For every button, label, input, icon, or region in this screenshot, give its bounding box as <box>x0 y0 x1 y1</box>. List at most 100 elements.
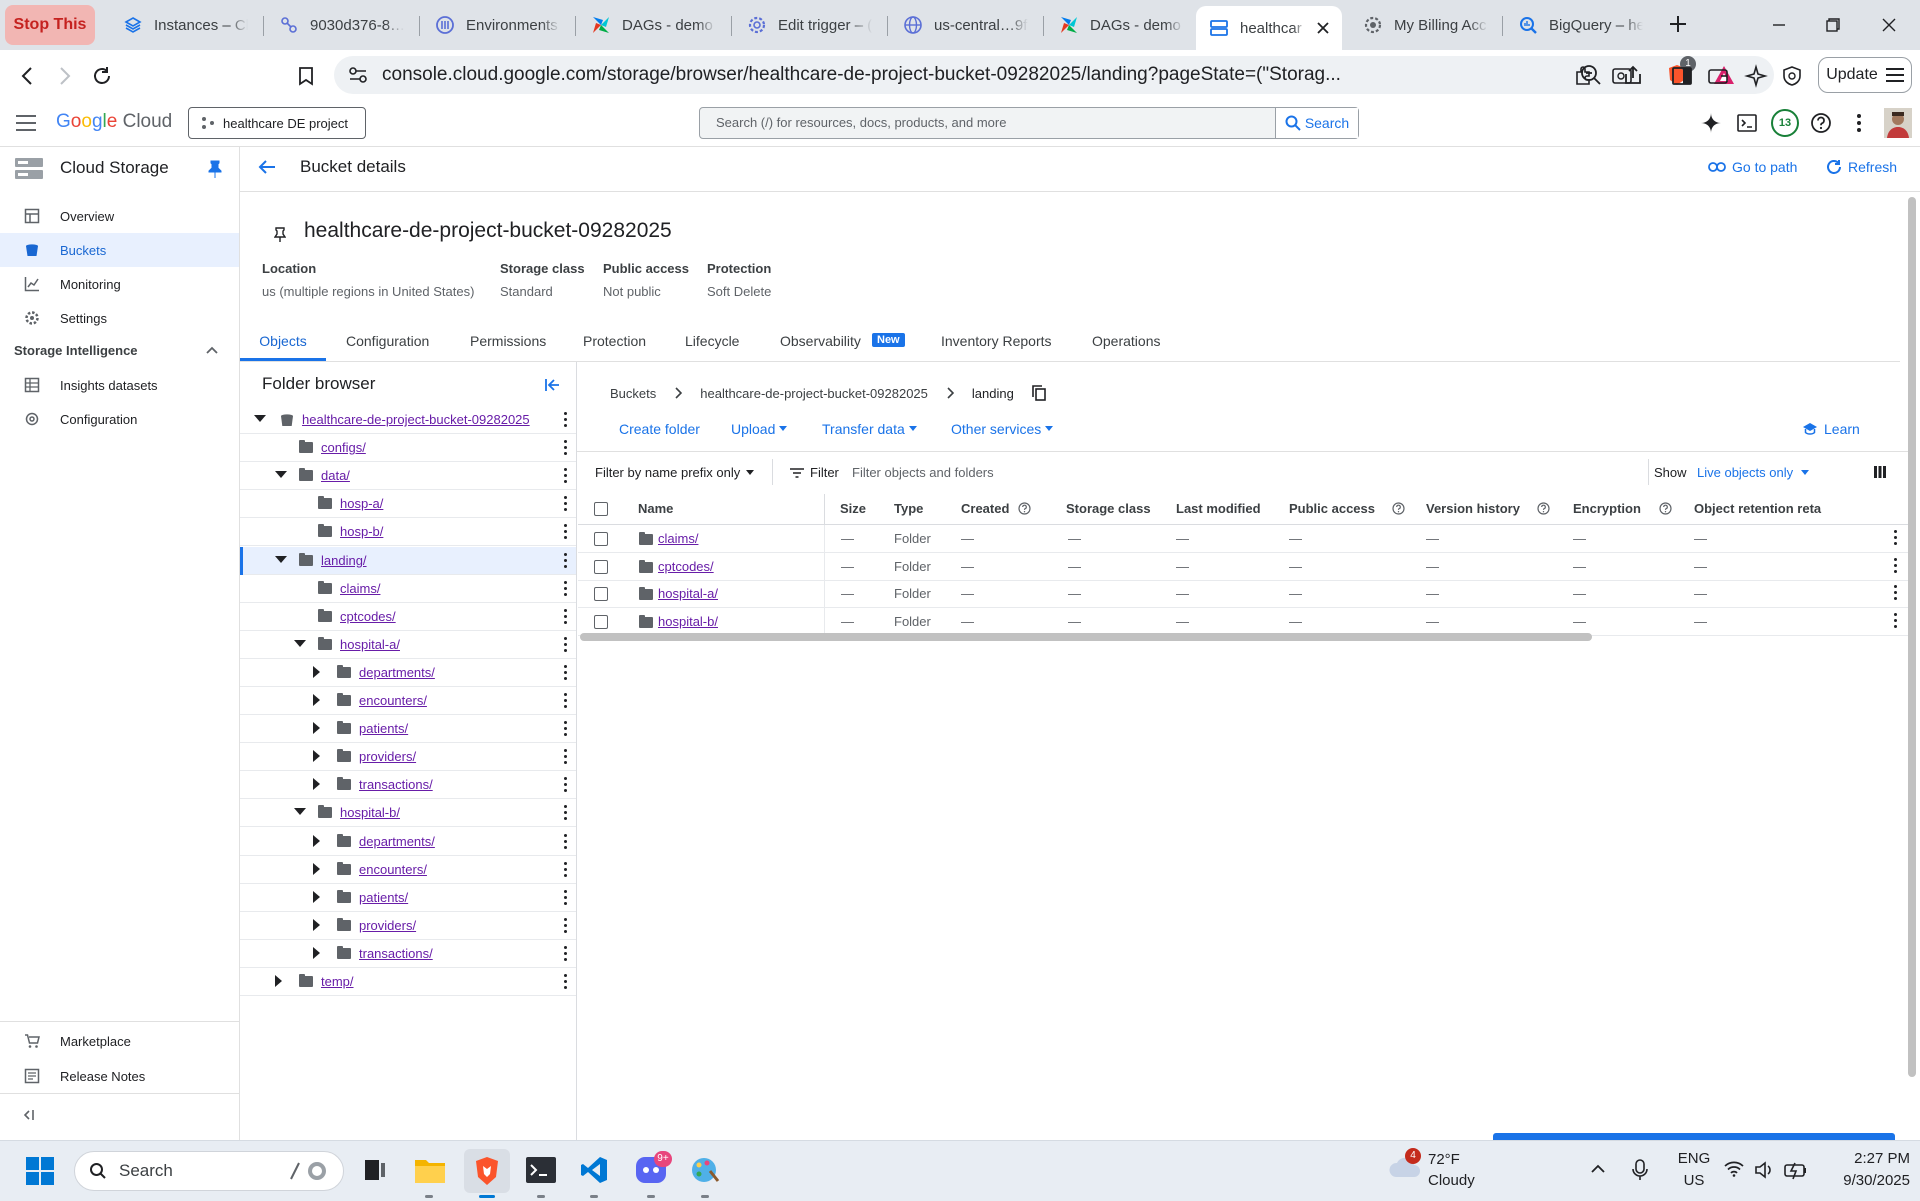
windows-start-icon[interactable] <box>26 1157 54 1185</box>
help-icon[interactable] <box>1810 112 1832 134</box>
folder-tree-row[interactable]: data/ <box>240 462 576 491</box>
tab-protection[interactable]: Protection <box>583 322 646 361</box>
collapse-panel-icon[interactable] <box>544 378 560 392</box>
table-row[interactable]: claims/ — Folder — — — — — — — <box>578 525 1908 553</box>
chevron-up-icon[interactable] <box>205 345 219 355</box>
browser-tab[interactable]: us-central…9f <box>890 8 1040 42</box>
tab-observability[interactable]: Observability <box>780 322 861 361</box>
help-icon[interactable] <box>1018 502 1031 515</box>
folder-tree-label[interactable]: data/ <box>321 462 350 489</box>
nav-item-marketplace[interactable]: Marketplace <box>0 1024 239 1058</box>
expand-caret-right-icon[interactable] <box>313 722 321 735</box>
folder-tree-row[interactable]: temp/ <box>240 968 576 996</box>
folder-tree-row[interactable]: transactions/ <box>240 940 576 968</box>
back-arrow-icon[interactable] <box>258 159 276 175</box>
folder-tree-row[interactable]: transactions/ <box>240 771 576 800</box>
pin-icon[interactable] <box>208 160 222 178</box>
more-actions-icon[interactable] <box>564 440 568 456</box>
tab-lifecycle[interactable]: Lifecycle <box>685 322 739 361</box>
gemini-icon[interactable] <box>1700 112 1722 134</box>
expand-caret-down-icon[interactable] <box>254 415 266 423</box>
nav-item-monitoring[interactable]: Monitoring <box>0 267 239 301</box>
nav-item-settings[interactable]: Settings <box>0 301 239 335</box>
col-version-history[interactable]: Version history <box>1426 494 1520 524</box>
expand-caret-right-icon[interactable] <box>313 694 321 706</box>
browser-tab[interactable]: DAGs - demo <box>578 8 728 42</box>
browser-tab[interactable]: Instances – Cl <box>110 8 260 42</box>
folder-tree-row[interactable]: hosp-b/ <box>240 518 576 547</box>
microphone-icon[interactable] <box>1632 1159 1648 1181</box>
nav-section-storage-intelligence[interactable]: Storage Intelligence <box>14 343 138 358</box>
more-actions-icon[interactable] <box>564 917 568 934</box>
col-type[interactable]: Type <box>894 494 923 524</box>
col-last-modified[interactable]: Last modified <box>1176 494 1261 524</box>
minimize-icon[interactable] <box>1766 12 1792 38</box>
expand-caret-down-icon[interactable] <box>275 555 287 564</box>
bookmark-icon[interactable] <box>292 62 320 90</box>
column-display-icon[interactable] <box>1874 466 1886 478</box>
tab-inventory-reports[interactable]: Inventory Reports <box>941 322 1052 361</box>
table-row[interactable]: cptcodes/ — Folder — — — — — — — <box>578 552 1908 581</box>
tab-configuration[interactable]: Configuration <box>346 322 429 361</box>
more-actions-icon[interactable] <box>564 524 568 540</box>
column-resizer[interactable] <box>824 494 825 524</box>
folder-tree-row[interactable]: departments/ <box>240 828 576 856</box>
folder-tree-row[interactable]: cptcodes/ <box>240 603 576 631</box>
expand-caret-down-icon[interactable] <box>294 639 306 648</box>
hamburger-menu-icon[interactable] <box>14 112 38 134</box>
stop-this-button[interactable]: Stop This <box>5 5 95 45</box>
site-settings-icon[interactable] <box>348 66 368 84</box>
tab-operations[interactable]: Operations <box>1092 322 1160 361</box>
url-text[interactable]: console.cloud.google.com/storage/browser… <box>382 56 1562 94</box>
folder-tree-row[interactable]: hospital-a/ <box>240 631 576 659</box>
brave-taskbar-active[interactable] <box>464 1149 510 1193</box>
show-dropdown[interactable]: Live objects only <box>1697 465 1810 480</box>
nav-item-overview[interactable]: Overview <box>0 199 239 233</box>
browser-tab-active[interactable]: healthcar <box>1196 6 1342 50</box>
gcp-search-bar[interactable]: Search (/) for resources, docs, products… <box>699 107 1359 139</box>
folder-tree-label[interactable]: providers/ <box>359 743 416 770</box>
row-actions-icon[interactable] <box>1894 612 1898 629</box>
folder-tree-label[interactable]: hospital-a/ <box>340 631 400 658</box>
copy-path-icon[interactable] <box>1032 385 1046 401</box>
folder-tree-row[interactable]: departments/ <box>240 659 576 687</box>
object-name-link[interactable]: hospital-a/ <box>658 580 718 607</box>
task-view-icon[interactable] <box>362 1157 388 1183</box>
filter-prefix-dropdown[interactable]: Filter by name prefix only <box>595 465 755 480</box>
folder-tree-row[interactable]: encounters/ <box>240 687 576 715</box>
browser-tab[interactable]: Environments <box>422 8 572 42</box>
folder-tree-row[interactable]: hospital-b/ <box>240 799 576 828</box>
breadcrumb-buckets[interactable]: Buckets <box>610 386 656 401</box>
folder-tree-row[interactable]: claims/ <box>240 575 576 603</box>
folder-tree-label[interactable]: providers/ <box>359 912 416 939</box>
folder-tree-label[interactable]: configs/ <box>321 434 366 461</box>
clock-date[interactable]: 9/30/2025 <box>1820 1172 1910 1189</box>
create-folder-button[interactable]: Create folder <box>619 421 700 437</box>
breadcrumb-bucket[interactable]: healthcare-de-project-bucket-09282025 <box>700 386 928 401</box>
expand-caret-right-icon[interactable] <box>275 975 283 987</box>
expand-caret-right-icon[interactable] <box>313 946 321 959</box>
expand-caret-right-icon[interactable] <box>313 862 321 875</box>
refresh-button[interactable]: Refresh <box>1826 159 1897 175</box>
folder-tree-label[interactable]: cptcodes/ <box>340 603 396 630</box>
folder-tree-row[interactable]: configs/ <box>240 434 576 463</box>
object-name-link[interactable]: hospital-b/ <box>658 608 718 635</box>
taskbar-search[interactable]: Search <box>74 1151 344 1191</box>
col-public-access[interactable]: Public access <box>1289 494 1375 524</box>
collapse-nav-icon[interactable] <box>22 1109 36 1121</box>
paint-icon[interactable] <box>690 1155 720 1185</box>
expand-caret-right-icon[interactable] <box>313 778 321 791</box>
more-actions-icon[interactable] <box>564 412 568 428</box>
leo-ai-icon[interactable] <box>1742 62 1770 90</box>
restore-icon[interactable] <box>1820 12 1846 38</box>
more-actions-icon[interactable] <box>564 833 568 850</box>
other-services-button[interactable]: Other services <box>951 421 1054 437</box>
chevron-up-icon[interactable] <box>1590 1163 1606 1175</box>
table-row[interactable]: hospital-b/ — Folder — — — — — — — <box>578 607 1908 636</box>
row-checkbox[interactable] <box>594 587 608 601</box>
vpn-icon[interactable] <box>1778 62 1806 90</box>
more-actions-icon[interactable] <box>564 945 568 962</box>
more-options-icon[interactable] <box>1856 113 1862 133</box>
filter-input[interactable]: Filter objects and folders <box>852 465 1372 480</box>
more-actions-icon[interactable] <box>564 468 568 484</box>
